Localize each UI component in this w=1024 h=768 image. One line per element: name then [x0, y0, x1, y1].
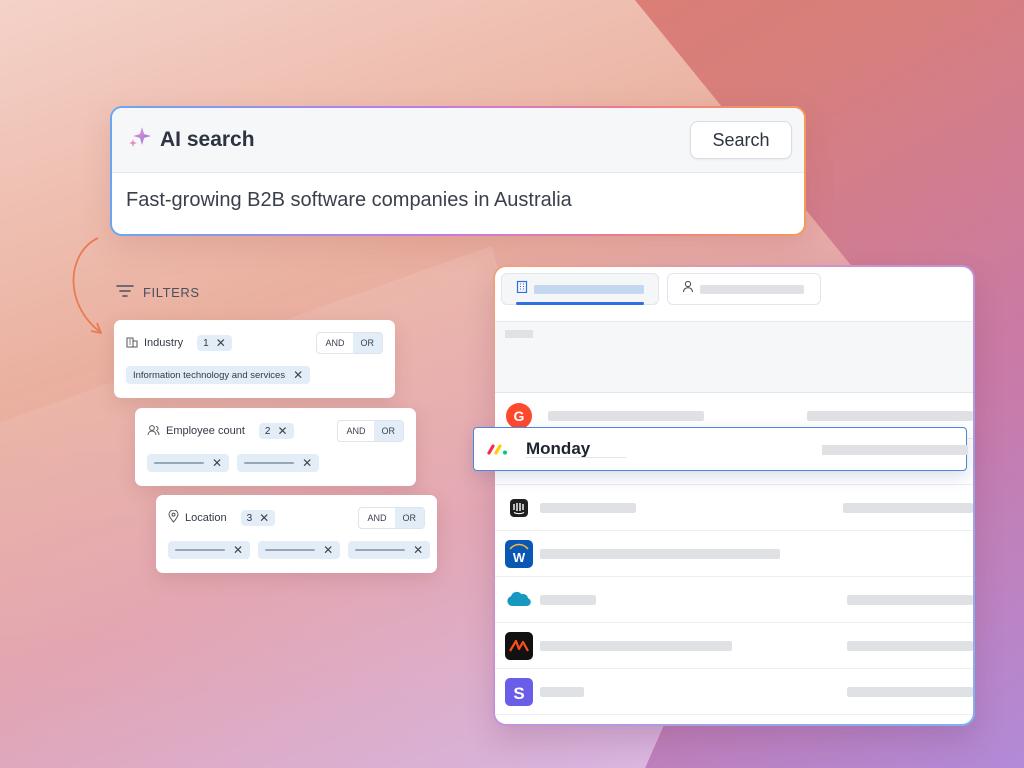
and-or-toggle[interactable]: AND OR	[316, 332, 383, 354]
company-name-placeholder	[540, 640, 732, 651]
close-icon[interactable]: ✕	[233, 544, 243, 556]
filter-card-employee-count: Employee count 2 ✕ AND OR ✕ ✕	[135, 408, 416, 486]
count-value: 2	[264, 425, 271, 437]
company-name: Monday	[526, 439, 591, 458]
close-icon[interactable]: ✕	[323, 544, 333, 556]
company-name-placeholder	[540, 548, 780, 559]
and-option[interactable]: AND	[359, 508, 394, 528]
close-icon[interactable]: ✕	[212, 457, 222, 469]
filter-name: Location	[185, 512, 227, 524]
value-placeholder	[843, 502, 973, 513]
filter-card-industry: Industry 1 ✕ AND OR Information technolo…	[114, 320, 395, 398]
tab-companies[interactable]	[501, 273, 659, 305]
table-row[interactable]	[495, 623, 973, 669]
value-placeholder	[847, 686, 973, 697]
building-icon	[516, 280, 528, 298]
close-icon[interactable]: ✕	[277, 425, 287, 437]
count-value: 3	[246, 512, 253, 524]
ai-search-card: AI search Search Fast-growing B2B softwa…	[110, 106, 806, 236]
count-chip[interactable]: 2 ✕	[258, 423, 294, 439]
filter-name: Industry	[144, 337, 184, 349]
ai-search-header: AI search Search	[112, 108, 804, 173]
company-name-placeholder	[548, 410, 704, 421]
figma-logo	[505, 724, 533, 725]
or-option[interactable]: OR	[373, 421, 403, 441]
chip-placeholder	[175, 549, 225, 551]
tab-people[interactable]	[667, 273, 821, 305]
map-pin-icon	[168, 509, 179, 526]
filters-header: FILTERS	[116, 284, 200, 301]
value-placeholder	[847, 640, 973, 651]
header-placeholder	[505, 330, 533, 338]
w-logo: W	[505, 539, 533, 568]
table-row[interactable]	[495, 715, 973, 724]
results-tabs	[495, 267, 973, 307]
svg-text:S: S	[513, 684, 524, 703]
filter-chip[interactable]: Information technology and services ✕	[126, 366, 311, 384]
close-icon[interactable]: ✕	[293, 369, 303, 381]
filter-chip[interactable]: ✕	[258, 541, 341, 559]
chip-placeholder	[355, 549, 406, 551]
highlighted-row-monday[interactable]: Monday	[473, 427, 968, 471]
monday-logo	[486, 442, 510, 456]
table-header	[495, 321, 973, 393]
tab-label-placeholder	[534, 284, 644, 294]
users-icon	[147, 424, 160, 439]
and-or-toggle[interactable]: AND OR	[358, 507, 425, 529]
filter-chip[interactable]: ✕	[147, 454, 230, 472]
ai-search-input[interactable]: Fast-growing B2B software companies in A…	[112, 173, 804, 228]
stripe-logo: S	[505, 677, 533, 706]
table-row[interactable]	[495, 577, 973, 623]
sparkle-icon	[128, 125, 152, 155]
company-name-placeholder	[540, 502, 636, 513]
filters-label: FILTERS	[143, 285, 200, 300]
tab-label-placeholder	[700, 284, 804, 294]
g2-logo: G	[505, 402, 533, 430]
company-name-placeholder	[540, 594, 596, 605]
filter-chip[interactable]: ✕	[168, 541, 251, 559]
chip-label: Information technology and services	[133, 369, 286, 381]
table-row[interactable]: W	[495, 531, 973, 577]
or-option[interactable]: OR	[394, 508, 424, 528]
salesforce-logo	[505, 586, 533, 614]
close-icon[interactable]: ✕	[413, 544, 423, 556]
svg-text:W: W	[513, 550, 526, 565]
table-row[interactable]	[495, 485, 973, 531]
table-row[interactable]: S	[495, 669, 973, 715]
and-option[interactable]: AND	[317, 333, 352, 353]
count-chip[interactable]: 1 ✕	[197, 335, 232, 351]
filter-chip[interactable]: ✕	[237, 454, 320, 472]
chip-placeholder	[154, 462, 204, 464]
filter-name: Employee count	[166, 425, 245, 437]
chip-placeholder	[244, 462, 295, 464]
close-icon[interactable]: ✕	[259, 512, 269, 524]
intercom-logo	[505, 494, 533, 522]
chip-placeholder	[265, 549, 316, 551]
value-placeholder	[822, 445, 968, 455]
building-icon	[126, 336, 138, 351]
filter-chip[interactable]: ✕	[348, 541, 431, 559]
and-option[interactable]: AND	[338, 421, 373, 441]
filter-lines-icon	[116, 284, 134, 301]
count-value: 1	[203, 337, 209, 349]
svg-text:G: G	[514, 408, 525, 424]
filter-card-location: Location 3 ✕ AND OR ✕ ✕ ✕	[156, 495, 437, 573]
close-icon[interactable]: ✕	[302, 457, 312, 469]
or-option[interactable]: OR	[352, 333, 382, 353]
person-icon	[682, 280, 694, 298]
tab-active-indicator	[516, 302, 644, 305]
results-panel: G W S	[493, 265, 975, 726]
orange-logo	[505, 631, 533, 660]
close-icon[interactable]: ✕	[216, 337, 226, 349]
and-or-toggle[interactable]: AND OR	[337, 420, 404, 442]
name-underline	[526, 457, 626, 458]
company-name-placeholder	[540, 686, 584, 697]
search-button[interactable]: Search	[690, 121, 792, 159]
value-placeholder	[847, 594, 973, 605]
count-chip[interactable]: 3 ✕	[240, 510, 276, 526]
ai-search-title: AI search	[160, 128, 255, 151]
value-placeholder	[807, 410, 973, 421]
curved-arrow-icon	[72, 237, 102, 334]
